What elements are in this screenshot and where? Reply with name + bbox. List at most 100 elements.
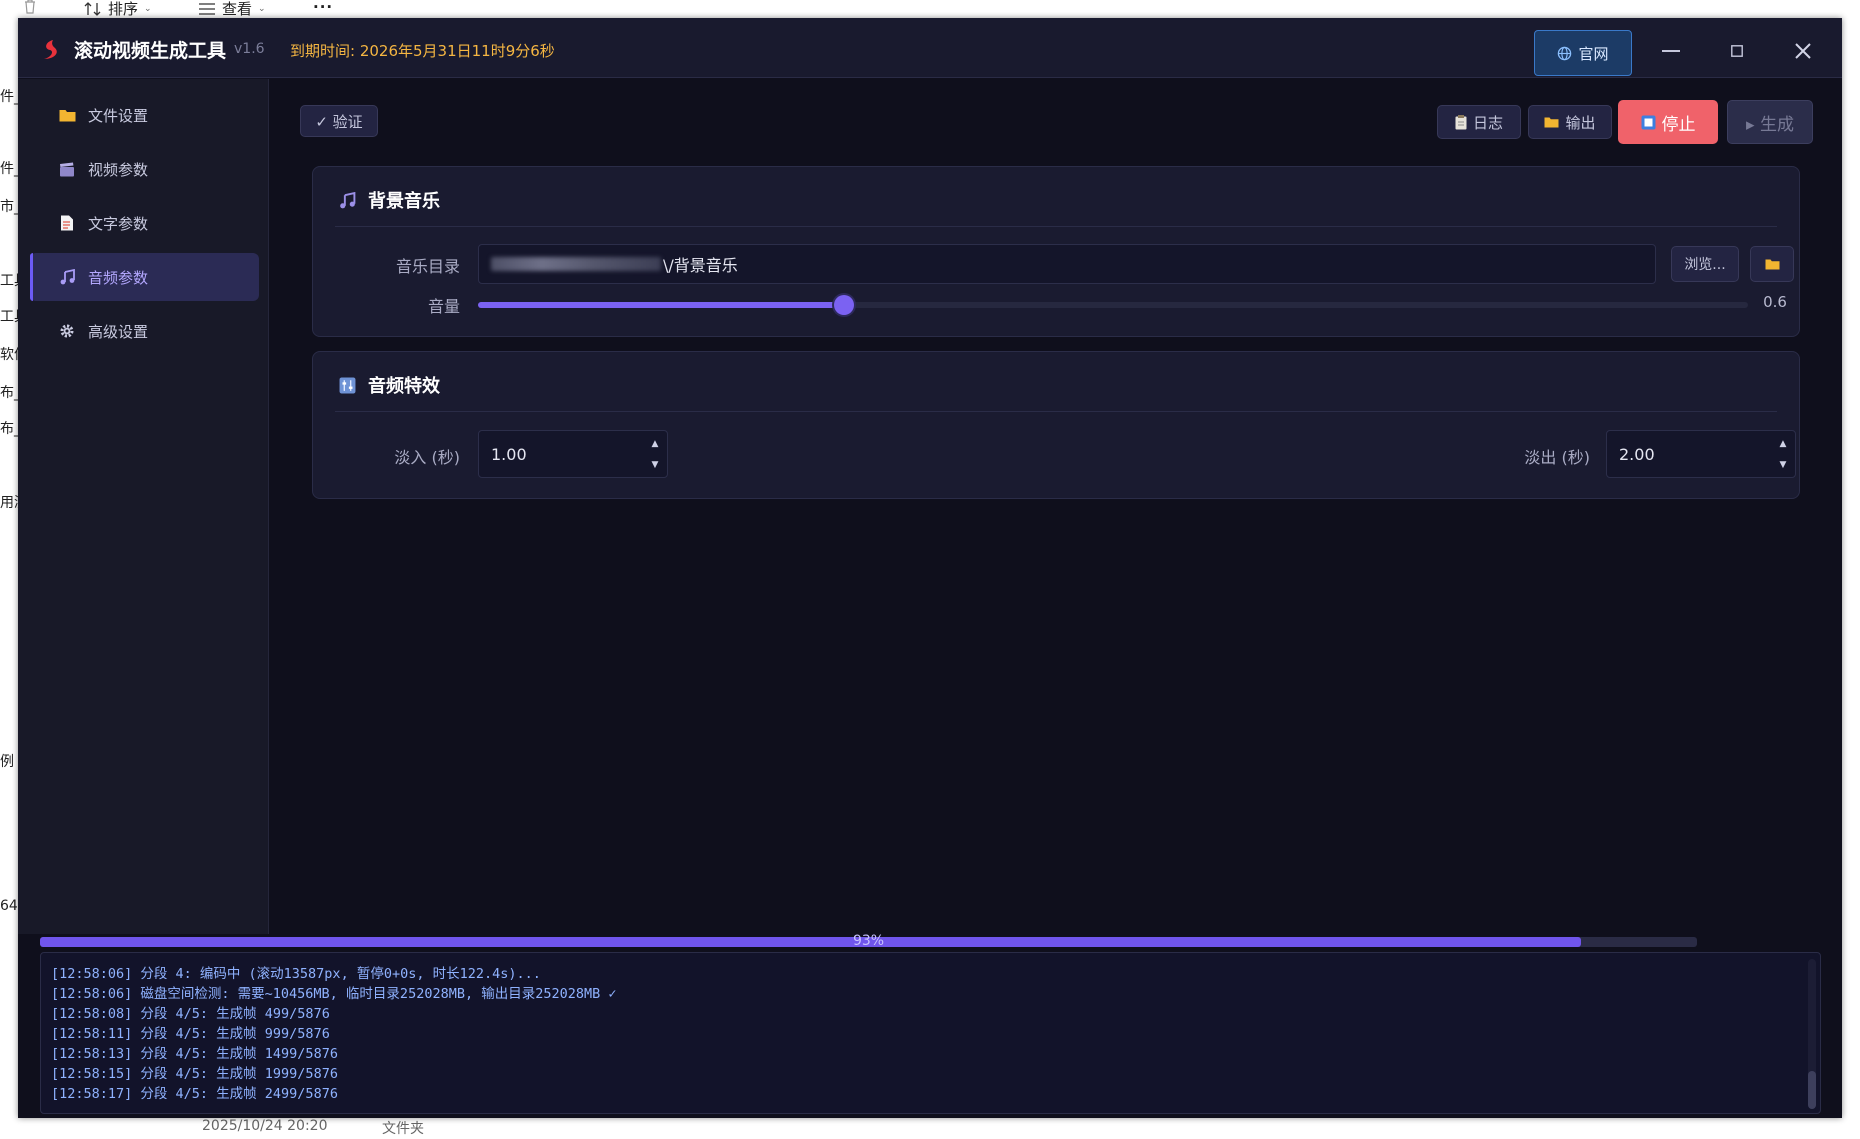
fade-out-value: 2.00 <box>1619 444 1655 464</box>
sidebar-item-video-params[interactable]: 视频参数 <box>30 145 259 193</box>
verify-button[interactable]: ✓ 验证 <box>300 105 378 137</box>
minimize-button[interactable] <box>1654 36 1688 66</box>
official-site-label: 官网 <box>1578 44 1609 63</box>
trash-icon <box>22 0 38 14</box>
increment-arrow-icon[interactable]: ▲ <box>652 439 659 449</box>
browse-button[interactable]: 浏览... <box>1671 246 1739 282</box>
fade-in-stepper[interactable]: ▲ ▼ <box>649 433 661 475</box>
minimize-icon <box>1662 50 1680 52</box>
equalizer-icon <box>339 377 356 393</box>
clapper-icon <box>58 160 76 178</box>
official-site-button[interactable]: 官网 <box>1534 30 1632 76</box>
fade-in-label: 淡入 (秒) <box>394 448 460 467</box>
fade-in-value: 1.00 <box>491 444 527 464</box>
maximize-button[interactable] <box>1720 36 1754 66</box>
folder-icon <box>1544 117 1559 128</box>
view-label: 查看 <box>222 0 253 18</box>
output-label: 输出 <box>1565 113 1596 132</box>
background-file-fragment: 用测 <box>0 495 18 511</box>
divider <box>335 411 1777 412</box>
chevron-down-icon: ⌄ <box>258 3 266 14</box>
sidebar-item-audio-params[interactable]: 音频参数 <box>30 253 259 301</box>
log-button[interactable]: 日志 <box>1437 105 1521 139</box>
sort-button[interactable]: 排序 ⌄ <box>84 0 152 19</box>
decrement-arrow-icon[interactable]: ▼ <box>652 460 659 470</box>
app-version: v1.6 <box>234 41 265 57</box>
close-button[interactable] <box>1786 36 1820 66</box>
background-music-title: 背景音乐 <box>339 187 440 213</box>
fade-out-label: 淡出 (秒) <box>1524 448 1590 467</box>
generate-label: ▸ 生成 <box>1746 114 1794 135</box>
volume-slider-fill <box>478 302 844 308</box>
background-file-fragment: 工具 <box>0 309 18 325</box>
background-file-fragment: 布_ <box>0 421 18 437</box>
log-scrollbar-thumb[interactable] <box>1808 1071 1816 1109</box>
background-file-date: 2025/10/24 20:20 <box>202 1118 328 1134</box>
sort-icon <box>84 1 101 16</box>
sidebar-item-advanced-settings[interactable]: 高级设置 <box>30 307 259 355</box>
background-file-fragment: 件_ <box>0 161 18 177</box>
open-folder-button[interactable] <box>1750 246 1794 282</box>
log-line: [12:58:08] 分段 4/5: 生成帧 499/5876 <box>51 1006 330 1022</box>
music-dir-input[interactable]: \/背景音乐 <box>478 244 1656 284</box>
music-note-icon <box>340 191 356 208</box>
background-file-fragment: 工具 <box>0 273 18 289</box>
music-dir-value: \/背景音乐 <box>663 256 738 275</box>
stop-button[interactable]: 停止 <box>1618 100 1718 144</box>
log-console[interactable]: [12:58:06] 分段 4: 编码中 (滚动13587px, 暂停0+0s,… <box>40 952 1821 1114</box>
log-scrollbar[interactable] <box>1808 959 1816 1109</box>
increment-arrow-icon[interactable]: ▲ <box>1780 439 1787 449</box>
decrement-arrow-icon[interactable]: ▼ <box>1780 460 1787 470</box>
sidebar-item-label: 音频参数 <box>88 268 149 287</box>
background-file-fragment: 件_ <box>0 89 18 105</box>
app-window: 滚动视频生成工具 v1.6 到期时间: 2026年5月31日11时9分6秒 官网 <box>18 18 1842 1118</box>
fade-out-stepper[interactable]: ▲ ▼ <box>1777 433 1789 475</box>
background-file-fragment: 软件 <box>0 347 18 363</box>
background-file-fragment: 例 <box>0 754 14 770</box>
maximize-icon <box>1731 45 1743 57</box>
sidebar-item-label: 文字参数 <box>88 214 149 233</box>
log-line: [12:58:15] 分段 4/5: 生成帧 1999/5876 <box>51 1066 338 1082</box>
sidebar-item-file-settings[interactable]: 文件设置 <box>30 91 259 139</box>
card-title-label: 音频特效 <box>368 376 440 397</box>
sidebar-item-text-params[interactable]: 文字参数 <box>30 199 259 247</box>
clipboard-icon <box>1455 114 1467 129</box>
gear-icon <box>58 322 76 340</box>
sort-label: 排序 <box>108 0 139 18</box>
title-bar[interactable]: 滚动视频生成工具 v1.6 到期时间: 2026年5月31日11时9分6秒 官网 <box>18 18 1842 78</box>
background-file-fragment: 布_ <box>0 385 18 401</box>
background-music-card: 背景音乐 音乐目录 \/背景音乐 浏览... 音量 0.6 <box>312 166 1800 337</box>
sidebar-item-label: 文件设置 <box>88 106 149 125</box>
log-label: 日志 <box>1472 113 1503 132</box>
fade-in-spinbox[interactable]: 1.00 ▲ ▼ <box>478 430 668 478</box>
generate-button[interactable]: ▸ 生成 <box>1727 100 1813 144</box>
app-logo-icon <box>44 40 57 59</box>
list-view-icon <box>199 2 215 15</box>
stop-label: 停止 <box>1661 114 1696 135</box>
document-icon <box>58 214 76 232</box>
app-title: 滚动视频生成工具 <box>74 40 227 62</box>
close-icon <box>1795 43 1811 59</box>
fade-out-spinbox[interactable]: 2.00 ▲ ▼ <box>1606 430 1796 478</box>
redacted-path <box>491 257 661 271</box>
sidebar-item-label: 视频参数 <box>88 160 149 179</box>
sidebar-item-label: 高级设置 <box>88 322 149 341</box>
music-note-icon <box>58 268 76 286</box>
browse-label: 浏览... <box>1684 257 1726 273</box>
card-title-label: 背景音乐 <box>368 191 440 212</box>
log-line: [12:58:13] 分段 4/5: 生成帧 1499/5876 <box>51 1046 338 1062</box>
audio-effects-card: 音频特效 淡入 (秒) 1.00 ▲ ▼ 淡出 (秒) 2.00 ▲ ▼ <box>312 351 1800 499</box>
log-line: [12:58:06] 分段 4: 编码中 (滚动13587px, 暂停0+0s,… <box>51 966 541 982</box>
volume-value: 0.6 <box>1763 293 1787 311</box>
background-explorer-toolbar: 排序 ⌄ 查看 ⌄ ··· <box>0 0 1860 18</box>
volume-slider-handle[interactable] <box>833 295 854 315</box>
chevron-down-icon: ⌄ <box>144 3 152 14</box>
verify-label: ✓ 验证 <box>315 112 363 131</box>
output-button[interactable]: 输出 <box>1528 105 1612 139</box>
progress-bar: 93% <box>40 934 1697 948</box>
more-button[interactable]: ··· <box>313 0 333 16</box>
folder-icon <box>58 106 76 124</box>
view-button[interactable]: 查看 ⌄ <box>198 0 266 19</box>
volume-label: 音量 <box>427 297 460 316</box>
volume-slider[interactable] <box>478 295 1748 315</box>
